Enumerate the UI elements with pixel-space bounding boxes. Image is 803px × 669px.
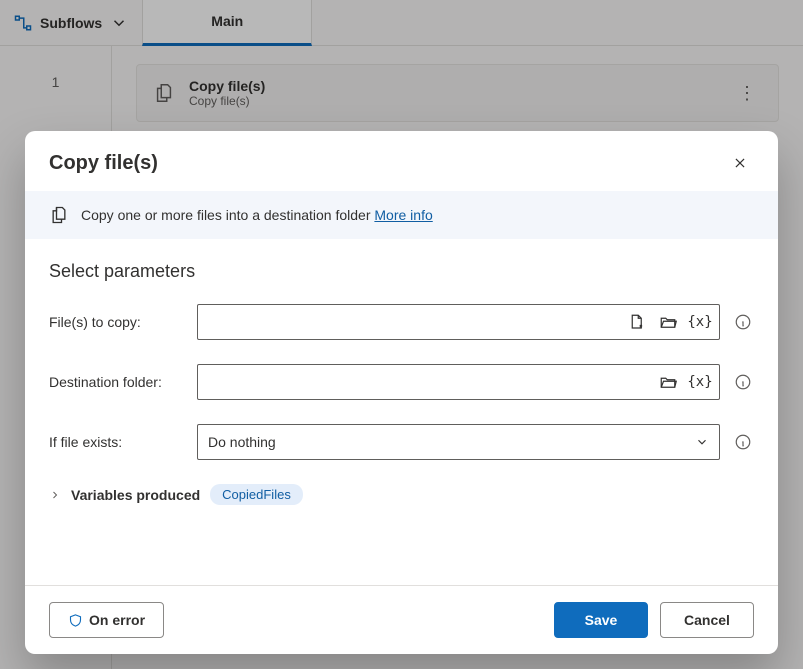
row-if-file-exists: If file exists: Do nothing (49, 424, 754, 460)
variable-picker-button[interactable]: {x} (687, 369, 713, 395)
dialog-body: Select parameters File(s) to copy: {x} (25, 239, 778, 585)
close-icon (733, 156, 747, 170)
label-destination-folder: Destination folder: (49, 374, 185, 390)
copy-file-icon (49, 205, 69, 225)
input-wrap-destination: {x} (197, 364, 720, 400)
info-strip: Copy one or more files into a destinatio… (25, 191, 778, 239)
variable-chip[interactable]: CopiedFiles (210, 484, 303, 505)
file-plus-icon (627, 313, 645, 331)
shield-icon (68, 613, 83, 628)
cancel-button[interactable]: Cancel (660, 602, 754, 638)
info-icon (734, 373, 752, 391)
info-icon (734, 313, 752, 331)
copy-files-dialog: Copy file(s) Copy one or more files into… (25, 131, 778, 654)
variable-icon: {x} (687, 374, 712, 390)
row-destination-folder: Destination folder: {x} (49, 364, 754, 400)
folder-picker-button[interactable] (655, 309, 681, 335)
file-picker-button[interactable] (623, 309, 649, 335)
row-files-to-copy: File(s) to copy: {x} (49, 304, 754, 340)
if-file-exists-select[interactable]: Do nothing (197, 424, 720, 460)
folder-picker-button[interactable] (655, 369, 681, 395)
input-wrap-files: {x} (197, 304, 720, 340)
expand-variables-button[interactable] (49, 489, 61, 501)
info-icon (734, 433, 752, 451)
dialog-footer: On error Save Cancel (25, 585, 778, 654)
help-files-to-copy[interactable] (732, 311, 754, 333)
label-files-to-copy: File(s) to copy: (49, 314, 185, 330)
save-button[interactable]: Save (554, 602, 648, 638)
variable-picker-button[interactable]: {x} (687, 309, 713, 335)
folder-open-icon (659, 313, 677, 331)
folder-open-icon (659, 373, 677, 391)
close-button[interactable] (726, 149, 754, 177)
help-if-file-exists[interactable] (732, 431, 754, 453)
on-error-button[interactable]: On error (49, 602, 164, 638)
section-title: Select parameters (49, 261, 754, 282)
chevron-down-icon (695, 435, 709, 449)
more-info-link[interactable]: More info (374, 207, 432, 223)
chevron-right-icon (49, 489, 61, 501)
label-if-file-exists: If file exists: (49, 434, 185, 450)
info-text: Copy one or more files into a destinatio… (81, 207, 371, 223)
variables-produced-label: Variables produced (71, 487, 200, 503)
dialog-header: Copy file(s) (25, 131, 778, 191)
files-to-copy-input[interactable] (208, 305, 623, 339)
variable-icon: {x} (687, 314, 712, 330)
help-destination-folder[interactable] (732, 371, 754, 393)
dialog-title: Copy file(s) (49, 152, 158, 175)
select-value: Do nothing (208, 434, 695, 450)
variables-produced-row: Variables produced CopiedFiles (49, 484, 754, 505)
destination-folder-input[interactable] (208, 365, 655, 399)
